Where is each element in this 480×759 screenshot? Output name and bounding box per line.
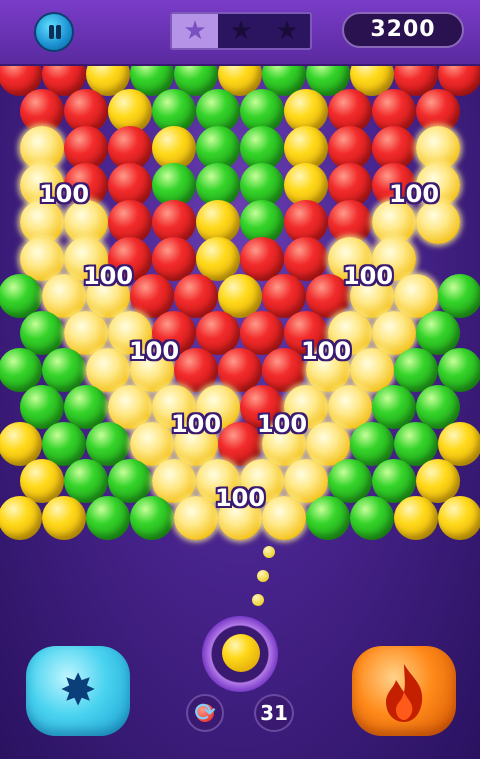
swap-bubble-button[interactable]: ⟳	[186, 694, 224, 732]
aim-dot	[257, 570, 269, 582]
score-popup: 100	[300, 337, 352, 365]
top-bar: ★ ★ ★ 3200	[0, 0, 480, 66]
current-bubble[interactable]	[222, 634, 260, 672]
pause-button[interactable]	[34, 12, 74, 52]
yellow-bubble	[0, 496, 42, 540]
aim-dot	[263, 546, 275, 558]
yellow-bubble	[438, 496, 480, 540]
starburst-icon: ✸	[59, 665, 97, 716]
score-popup: 100	[388, 180, 440, 208]
star-progress: ★ ★ ★	[170, 12, 312, 50]
score-popup: 100	[38, 180, 90, 208]
yellow-bubble	[42, 496, 86, 540]
green-bubble	[130, 496, 174, 540]
starburst-booster-button[interactable]: ✸	[26, 646, 130, 736]
yellow-bubble	[394, 496, 438, 540]
score-counter: 3200	[342, 12, 464, 48]
score-popup: 100	[128, 337, 180, 365]
green-bubble	[350, 496, 394, 540]
fire-icon	[386, 664, 423, 722]
score-popup: 100	[82, 262, 134, 290]
aim-dot	[252, 594, 264, 606]
pause-icon	[49, 25, 54, 39]
star-icon-3: ★	[275, 16, 299, 46]
shots-remaining: 31	[254, 694, 294, 732]
swap-arrows-icon: ⟳	[194, 698, 216, 728]
star-icon-1: ★	[172, 14, 218, 48]
score-popup: 100	[256, 410, 308, 438]
score-popup: 100	[170, 410, 222, 438]
fire-booster-button[interactable]	[352, 646, 456, 736]
green-bubble	[86, 496, 130, 540]
score-popup: 100	[214, 484, 266, 512]
star-icon-2: ★	[229, 16, 253, 46]
green-bubble	[306, 496, 350, 540]
game-screen[interactable]: 100 100 100 100 100 100 100 100 100 ★ ★ ★ 3200 ⟳…	[0, 0, 480, 759]
score-popup: 100	[342, 262, 394, 290]
